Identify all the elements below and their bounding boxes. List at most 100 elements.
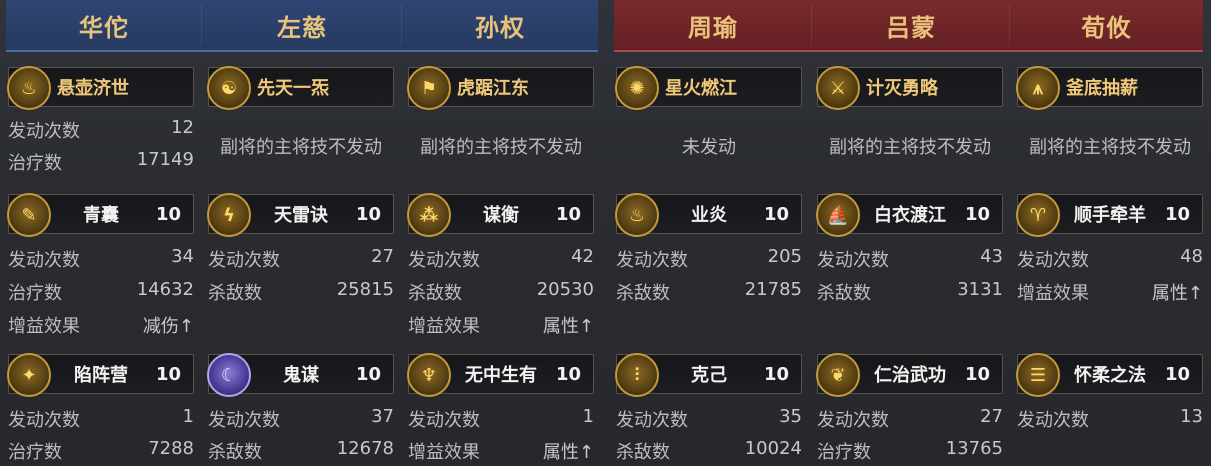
book-icon: ☰ (1016, 353, 1060, 397)
tactic-skill-3[interactable]: ☰ 怀柔之法 10 (1016, 353, 1203, 397)
sword-icon: ⚔ (816, 66, 860, 110)
skill-name: 计灭勇略 (866, 78, 938, 99)
meditation-icon: ☯ (207, 66, 251, 110)
skill-name: 天雷诀 (274, 205, 328, 226)
tactic-skill-3[interactable]: ✦ 陷阵营 10 (7, 353, 194, 397)
stat-row: 杀敌数 25815 (208, 279, 394, 305)
tactic-skill-2[interactable]: ♨ 业炎 10 (615, 193, 802, 237)
tab-general-2[interactable]: 左慈 (202, 0, 402, 52)
main-skill[interactable]: ⚑ 虎踞江东 (407, 66, 594, 110)
stat-row: 增益效果 属性↑ (408, 438, 594, 464)
tactic-skill-2[interactable]: ⁂ 谋衡 10 (407, 193, 594, 237)
skill-level: 10 (555, 203, 581, 225)
tactic-skill-2[interactable]: ϟ 天雷诀 10 (207, 193, 394, 237)
skill-name: 白衣渡江 (874, 205, 946, 226)
stat-label: 增益效果 (1017, 283, 1089, 304)
skill-name: 虎踞江东 (457, 78, 529, 99)
tactic-skill-2[interactable]: ♈ 顺手牵羊 10 (1016, 193, 1203, 237)
stat-label: 发动次数 (616, 250, 688, 271)
tactic-skill-2[interactable]: ⛵ 白衣渡江 10 (816, 193, 1003, 237)
stat-value: 13 (1180, 406, 1203, 427)
tab-general-1[interactable]: 华佗 (6, 0, 202, 52)
stat-label: 治疗数 (8, 442, 62, 463)
stat-label: 发动次数 (208, 250, 280, 271)
stat-value: 48 (1180, 246, 1203, 267)
main-skill[interactable]: ♨ 悬壶济世 (7, 66, 194, 110)
stat-label: 治疗数 (817, 442, 871, 463)
main-skill-note: 未发动 (682, 137, 736, 158)
main-skill[interactable]: ⩚ 釜底抽薪 (1016, 66, 1203, 110)
main-skill[interactable]: ☯ 先天一炁 (207, 66, 394, 110)
stat-label: 发动次数 (8, 410, 80, 431)
tactic-skill-2[interactable]: ✎ 青囊 10 (7, 193, 194, 237)
banner-icon: ⚑ (407, 66, 451, 110)
stat-value: 43 (980, 246, 1003, 267)
stat-label: 杀敌数 (208, 283, 262, 304)
stat-row: 治疗数 7288 (8, 438, 194, 464)
stat-value: 12678 (336, 438, 394, 459)
stat-label: 杀敌数 (408, 283, 462, 304)
skill-level: 10 (763, 203, 789, 225)
ghost-icon: ☾ (207, 353, 251, 397)
stat-label: 发动次数 (1017, 250, 1089, 271)
stat-value: 7288 (148, 438, 194, 459)
scroll-icon: ✎ (7, 193, 51, 237)
flame-icon: ♨ (615, 193, 659, 237)
tactic-skill-3[interactable]: ♆ 无中生有 10 (407, 353, 594, 397)
stat-label: 发动次数 (817, 250, 889, 271)
skill-name: 星火燃江 (665, 78, 737, 99)
skill-name: 悬壶济世 (57, 78, 129, 99)
stat-value: 34 (171, 246, 194, 267)
stat-label: 发动次数 (616, 410, 688, 431)
general-name: 荀攸 (1081, 13, 1132, 42)
general-name: 左慈 (277, 13, 327, 42)
stat-label: 杀敌数 (817, 283, 871, 304)
stat-row: 发动次数 12 (8, 117, 194, 143)
general-name: 吕蒙 (886, 13, 936, 42)
stat-value: 42 (571, 246, 594, 267)
tab-general-3[interactable]: 孙权 (402, 0, 598, 52)
skill-name: 陷阵营 (74, 365, 128, 386)
skill-level: 10 (155, 203, 181, 225)
sage-icon: ♆ (407, 353, 451, 397)
skill-name: 克己 (691, 365, 727, 386)
stat-label: 杀敌数 (616, 442, 670, 463)
stat-value: 35 (779, 406, 802, 427)
skill-level: 10 (355, 203, 381, 225)
stat-row: 发动次数 1 (8, 406, 194, 432)
lightning-icon: ϟ (207, 193, 251, 237)
stat-label: 杀敌数 (208, 442, 262, 463)
tactic-skill-3[interactable]: ❦ 仁治武功 10 (816, 353, 1003, 397)
stat-label: 发动次数 (408, 250, 480, 271)
skill-name: 青囊 (83, 205, 119, 226)
stat-row: 发动次数 48 (1017, 246, 1203, 272)
gourd-icon: ♨ (7, 66, 51, 110)
stat-value: 37 (371, 406, 394, 427)
stat-label: 发动次数 (1017, 410, 1089, 431)
skill-level: 10 (964, 203, 990, 225)
tab-general-5[interactable]: 吕蒙 (812, 0, 1010, 52)
stat-row: 治疗数 14632 (8, 279, 194, 305)
tactic-skill-3[interactable]: ☾ 鬼谋 10 (207, 353, 394, 397)
main-skill[interactable]: ⚔ 计灭勇略 (816, 66, 1003, 110)
main-skill[interactable]: ✺ 星火燃江 (615, 66, 802, 110)
main-skill-note: 副将的主将技不发动 (220, 137, 382, 158)
stat-label: 治疗数 (8, 283, 62, 304)
skill-name: 釜底抽薪 (1066, 78, 1138, 99)
skill-level: 10 (355, 363, 381, 385)
stat-row: 杀敌数 21785 (616, 279, 802, 305)
stat-row: 杀敌数 20530 (408, 279, 594, 305)
stat-row: 发动次数 42 (408, 246, 594, 272)
dragon-icon: ❦ (816, 353, 860, 397)
stat-value: 27 (980, 406, 1003, 427)
stat-label: 增益效果 (408, 442, 480, 463)
battle-report-panel: 华佗 左慈 孙权 周瑜 吕蒙 荀攸 ♨ 悬壶济世 发动次数 12 治疗数 17149… (0, 0, 1211, 466)
main-skill-note: 副将的主将技不发动 (1029, 137, 1191, 158)
skill-name: 鬼谋 (283, 365, 319, 386)
tab-general-6[interactable]: 荀攸 (1010, 0, 1203, 52)
spikes-icon: ⫶ (615, 353, 659, 397)
skill-level: 10 (763, 363, 789, 385)
tactic-skill-3[interactable]: ⫶ 克己 10 (615, 353, 802, 397)
tab-general-4[interactable]: 周瑜 (614, 0, 812, 52)
stat-row: 发动次数 37 (208, 406, 394, 432)
